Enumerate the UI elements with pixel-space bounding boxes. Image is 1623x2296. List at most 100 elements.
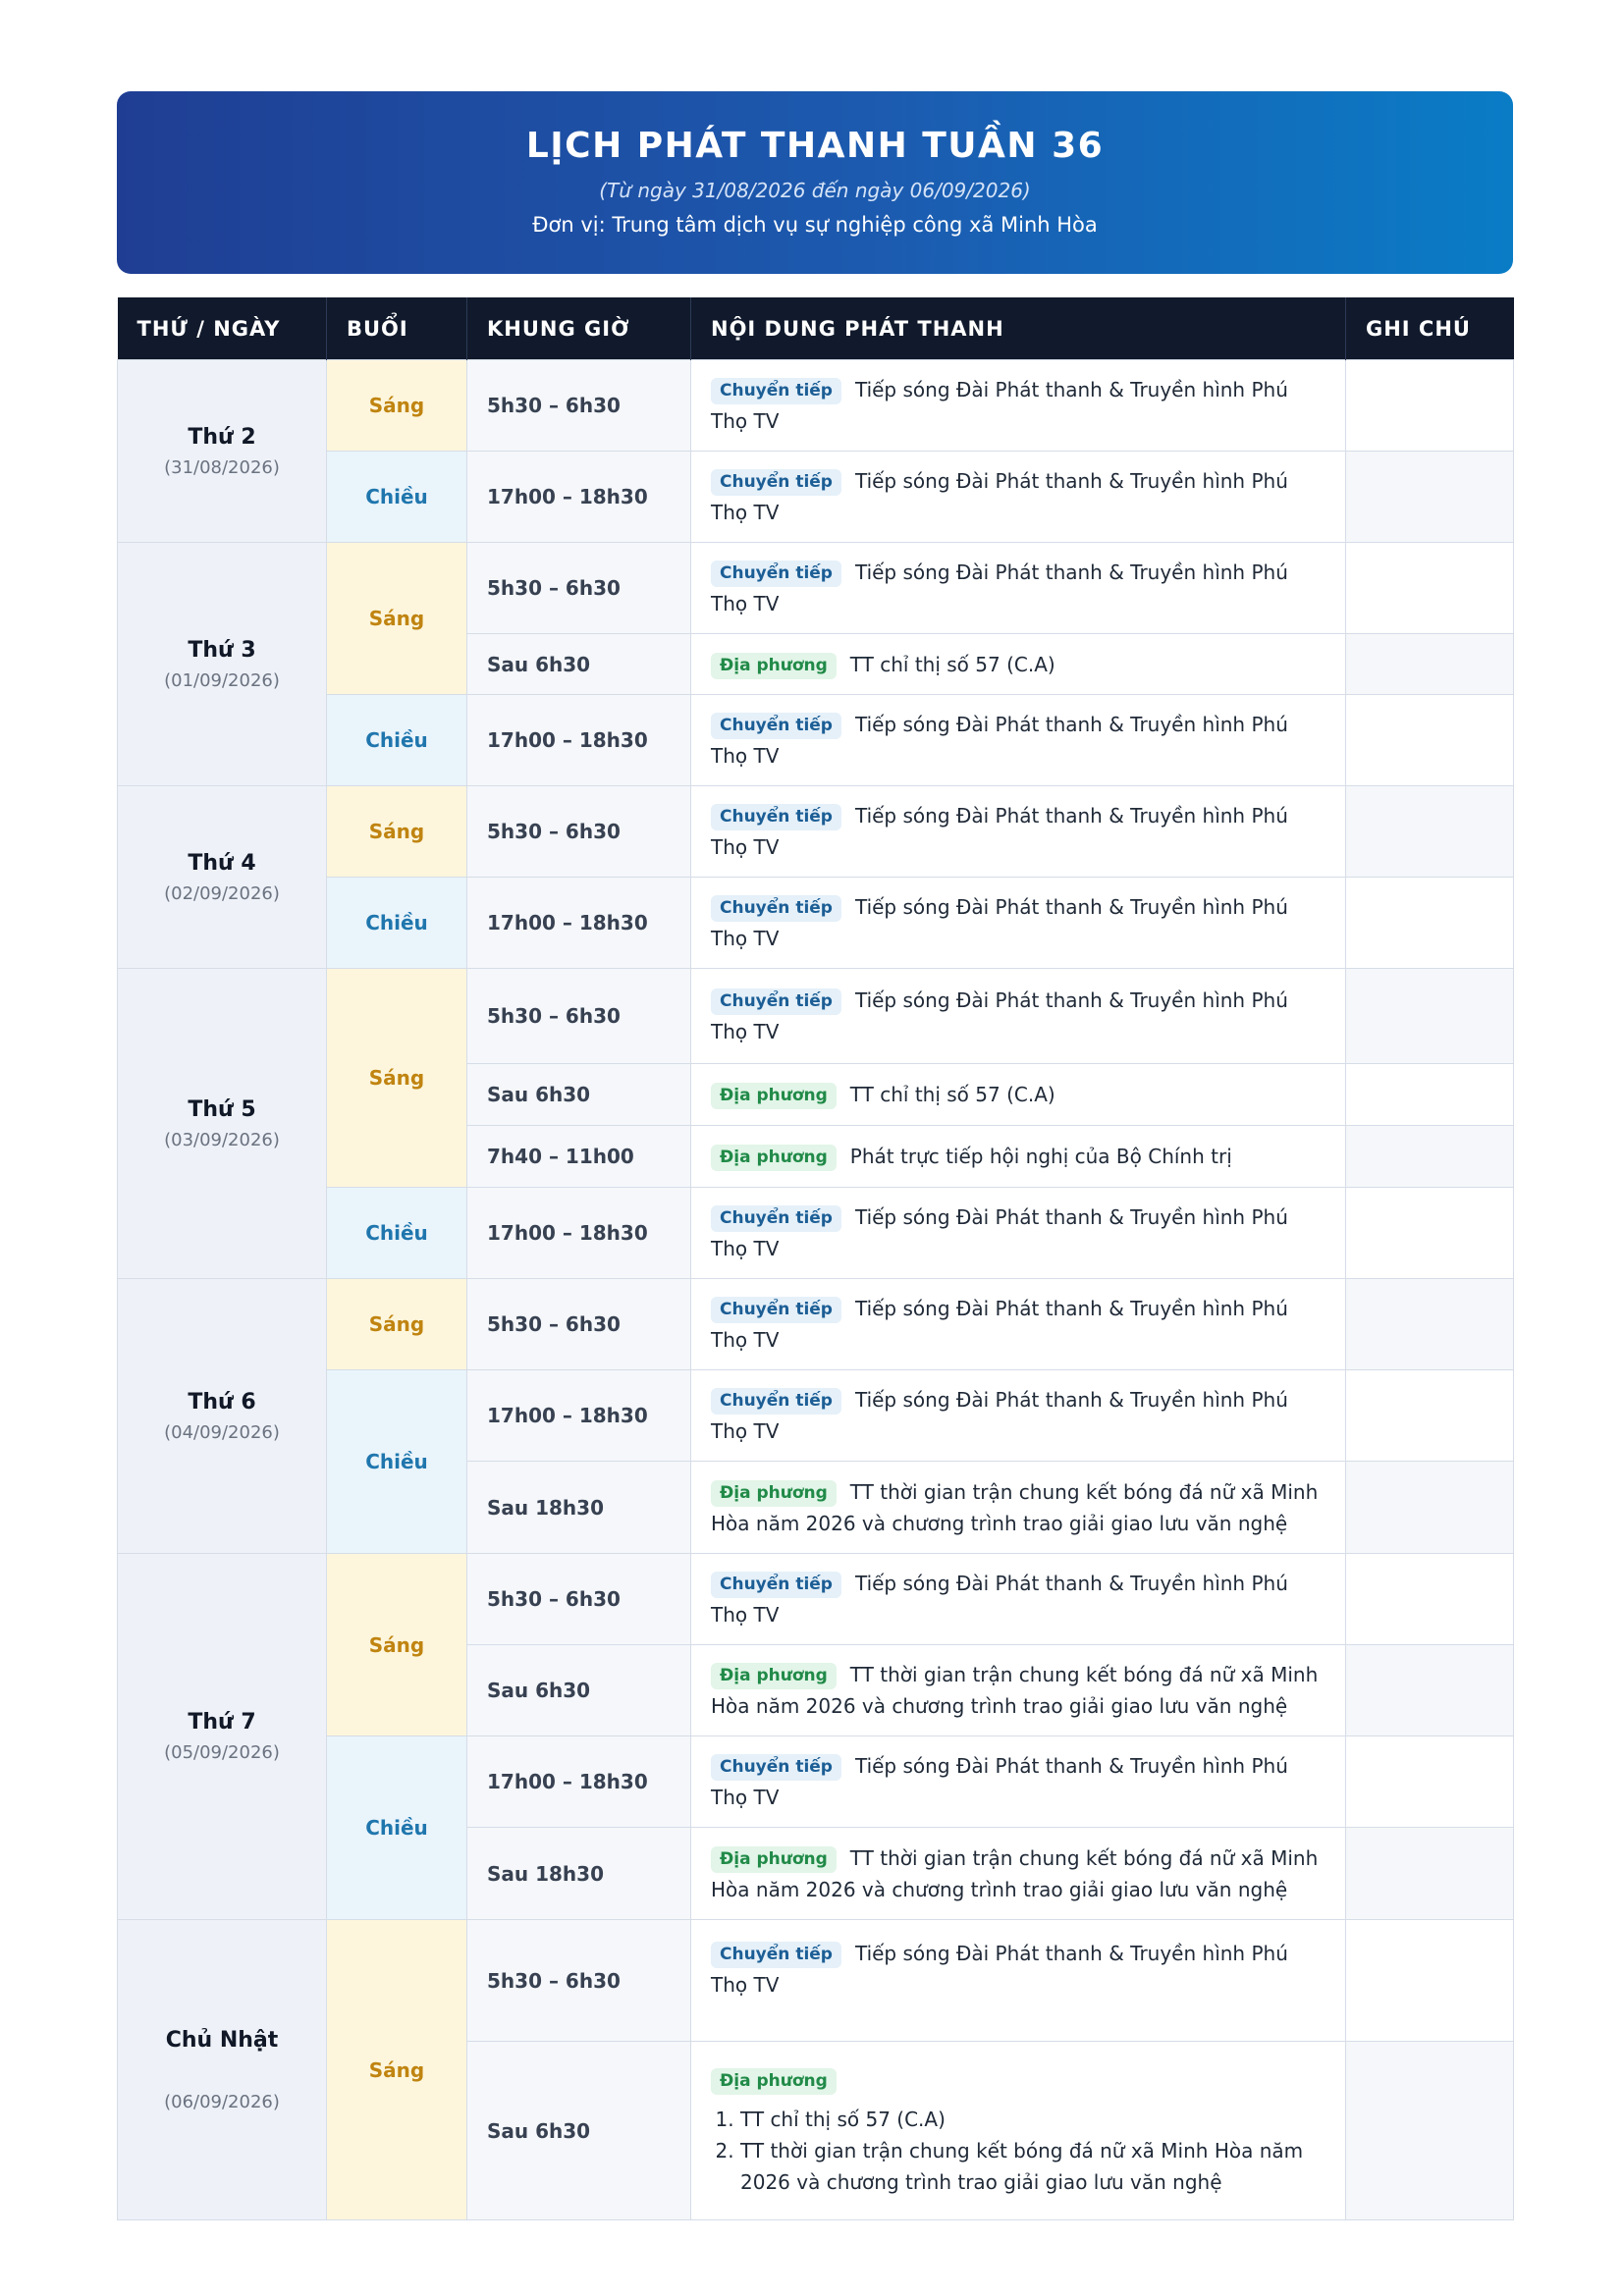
note-cell: [1345, 1187, 1514, 1279]
column-header-content: NỘI DUNG PHÁT THANH: [690, 297, 1346, 360]
session-afternoon: Chiều: [326, 1735, 467, 1920]
session-morning: Sáng: [326, 968, 467, 1188]
time-slot: 5h30 – 6h30: [466, 1919, 691, 2042]
note-cell: [1345, 633, 1514, 695]
tag-relay: Chuyển tiếp: [711, 1297, 841, 1323]
day-cell: Thứ 3 (01/09/2026): [117, 542, 327, 786]
day-name: Thứ 5: [188, 1096, 256, 1122]
note-cell: [1345, 2041, 1514, 2220]
session-afternoon: Chiều: [326, 1369, 467, 1554]
day-date: (06/09/2026): [164, 2091, 280, 2112]
tag-local: Địa phương: [711, 652, 837, 679]
day-cell: Chủ Nhật (06/09/2026): [117, 1919, 327, 2220]
tag-relay: Chuyển tiếp: [711, 1572, 841, 1598]
time-slot: Sau 6h30: [466, 1644, 691, 1736]
time-slot: 5h30 – 6h30: [466, 359, 691, 452]
table-row: Chiều 17h00 – 18h30 Chuyển tiếp Tiếp sóng…: [118, 1735, 1514, 1920]
tag-local: Địa phương: [711, 1083, 837, 1109]
content-text: Phát trực tiếp hội nghị của Bộ Chính trị: [849, 1145, 1232, 1168]
content-cell: Địa phương TT thời gian trận chung kết bó…: [690, 1827, 1346, 1920]
session-afternoon: Chiều: [326, 1187, 467, 1279]
note-cell: [1345, 694, 1514, 786]
session-afternoon: Chiều: [326, 694, 467, 786]
broadcast-schedule-table: THỨ / NGÀY BUỔI KHUNG GIỜ NỘI DUNG PHÁT …: [117, 297, 1514, 2220]
session-morning: Sáng: [326, 1278, 467, 1370]
content-cell: Chuyển tiếp Tiếp sóng Đài Phát thanh & Tr…: [690, 1553, 1346, 1645]
day-cell: Thứ 2 (31/08/2026): [117, 359, 327, 543]
content-cell: Chuyển tiếp Tiếp sóng Đài Phát thanh & Tr…: [690, 1278, 1346, 1370]
time-slot: 5h30 – 6h30: [466, 1278, 691, 1370]
tag-relay: Chuyển tiếp: [711, 713, 841, 739]
content-cell: Địa phương TT chỉ thị số 57 (C.A): [690, 633, 1346, 695]
table-header-row: THỨ / NGÀY BUỔI KHUNG GIỜ NỘI DUNG PHÁT …: [117, 297, 1514, 360]
content-list: TT chỉ thị số 57 (C.A) TT thời gian trận…: [711, 2104, 1329, 2198]
column-header-time: KHUNG GIỜ: [466, 297, 691, 360]
time-slot: 17h00 – 18h30: [466, 694, 691, 786]
content-cell: Chuyển tiếp Tiếp sóng Đài Phát thanh & Tr…: [690, 451, 1346, 543]
content-text: TT chỉ thị số 57 (C.A): [849, 1083, 1055, 1106]
note-cell: [1345, 359, 1514, 452]
content-cell: Chuyển tiếp Tiếp sóng Đài Phát thanh & Tr…: [690, 1735, 1346, 1828]
content-cell: Chuyển tiếp Tiếp sóng Đài Phát thanh & Tr…: [690, 877, 1346, 969]
content-cell: Địa phương TT thời gian trận chung kết bó…: [690, 1644, 1346, 1736]
note-cell: [1345, 1125, 1514, 1188]
note-cell: [1345, 877, 1514, 969]
time-slot: 17h00 – 18h30: [466, 877, 691, 969]
day-cell: Thứ 4 (02/09/2026): [117, 785, 327, 969]
day-name: Thứ 3: [188, 637, 256, 663]
tag-local: Địa phương: [711, 1145, 837, 1171]
table-row: Chiều 17h00 – 18h30 Chuyển tiếp Tiếp sóng…: [118, 877, 1514, 969]
table-row: Thứ 2 (31/08/2026) Sáng 5h30 – 6h30 Chuyể…: [117, 359, 1514, 543]
session-morning: Sáng: [326, 785, 467, 878]
tag-local: Địa phương: [711, 1845, 837, 1873]
tag-local: Địa phương: [711, 1663, 837, 1689]
tag-relay: Chuyển tiếp: [711, 469, 841, 496]
time-slot: Sau 6h30: [466, 633, 691, 695]
note-cell: [1345, 1063, 1514, 1126]
time-slot: 17h00 – 18h30: [466, 451, 691, 543]
time-slot: 7h40 – 11h00: [466, 1125, 691, 1188]
tag-relay: Chuyển tiếp: [711, 1388, 841, 1415]
tag-local: Địa phương: [711, 2067, 837, 2095]
tag-relay: Chuyển tiếp: [711, 988, 841, 1015]
note-cell: [1345, 785, 1514, 878]
tag-relay: Chuyển tiếp: [711, 1205, 841, 1232]
tag-relay: Chuyển tiếp: [711, 895, 841, 922]
day-date: (03/09/2026): [164, 1129, 280, 1150]
note-cell: [1345, 1278, 1514, 1370]
day-date: (01/09/2026): [164, 669, 280, 691]
day-name: Thứ 7: [188, 1710, 256, 1735]
table-row: Chiều 17h00 – 18h30 Chuyển tiếp Tiếp sóng…: [118, 1369, 1514, 1554]
session-morning: Sáng: [326, 359, 467, 452]
content-cell: Chuyển tiếp Tiếp sóng Đài Phát thanh & Tr…: [690, 1369, 1346, 1462]
note-cell: [1345, 1919, 1514, 2042]
content-cell: Chuyển tiếp Tiếp sóng Đài Phát thanh & Tr…: [690, 1187, 1346, 1279]
table-row: Chiều 17h00 – 18h30 Chuyển tiếp Tiếp sóng…: [118, 694, 1514, 786]
table-row: Chiều 17h00 – 18h30 Chuyển tiếp Tiếp sóng…: [118, 1187, 1514, 1279]
note-cell: [1345, 542, 1514, 634]
note-cell: [1345, 1644, 1514, 1736]
table-row: Thứ 3 (01/09/2026) Sáng 5h30 – 6h30 Chuyể…: [117, 542, 1514, 786]
time-slot: 5h30 – 6h30: [466, 968, 691, 1064]
note-cell: [1345, 1369, 1514, 1462]
content-cell: Chuyển tiếp Tiếp sóng Đài Phát thanh & Tr…: [690, 968, 1346, 1064]
time-slot: 17h00 – 18h30: [466, 1187, 691, 1279]
content-cell: Chuyển tiếp Tiếp sóng Đài Phát thanh & Tr…: [690, 785, 1346, 878]
note-cell: [1345, 1553, 1514, 1645]
column-header-note: GHI CHÚ: [1345, 297, 1514, 360]
time-slot: 5h30 – 6h30: [466, 1553, 691, 1645]
content-cell: Chuyển tiếp Tiếp sóng Đài Phát thanh & Tr…: [690, 542, 1346, 634]
table-row: Thứ 7 (05/09/2026) Sáng 5h30 – 6h30 Chuyể…: [117, 1553, 1514, 1920]
time-slot: Sau 6h30: [466, 2041, 691, 2220]
day-date: (02/09/2026): [164, 882, 280, 904]
note-cell: [1345, 968, 1514, 1064]
unit-label: Đơn vị: Trung tâm dịch vụ sự nghiệp công…: [532, 213, 1098, 237]
list-item: TT chỉ thị số 57 (C.A): [740, 2104, 1329, 2135]
table-row: Chiều 17h00 – 18h30 Chuyển tiếp Tiếp sóng…: [118, 451, 1514, 543]
time-slot: 17h00 – 18h30: [466, 1369, 691, 1462]
table-row: Thứ 6 (04/09/2026) Sáng 5h30 – 6h30 Chuyể…: [117, 1278, 1514, 1554]
tag-relay: Chuyển tiếp: [711, 1754, 841, 1781]
date-range: (Từ ngày 31/08/2026 đến ngày 06/09/2026): [599, 179, 1031, 202]
table-row: Chủ Nhật (06/09/2026) Sáng 5h30 – 6h30 Ch…: [117, 1919, 1514, 2220]
day-cell: Thứ 7 (05/09/2026): [117, 1553, 327, 1920]
